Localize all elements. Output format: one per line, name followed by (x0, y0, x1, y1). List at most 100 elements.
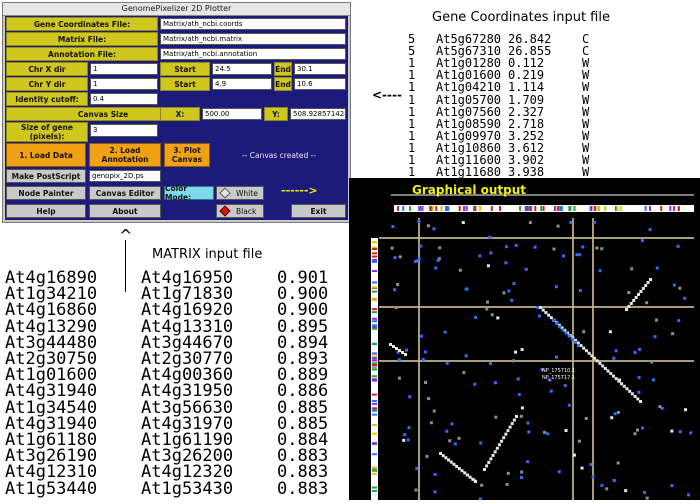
make-postscript-button[interactable]: Make PostScript (6, 169, 86, 183)
help-button[interactable]: Help (6, 204, 86, 218)
synteny-dot (595, 359, 599, 363)
top-track-tick (573, 206, 576, 211)
canvas-x-field[interactable]: 500.00 (202, 108, 262, 120)
canvas-x-label: X: (160, 107, 200, 121)
left-track-tick (372, 408, 377, 411)
radio-indicator-black (219, 205, 231, 217)
scatter-dot (504, 245, 508, 249)
chr-y-field[interactable]: 1 (90, 78, 158, 90)
left-track-tick (372, 379, 377, 382)
synteny-dot (455, 464, 459, 468)
identity-cutoff-label: Identity cutoff: (6, 92, 88, 106)
synteny-dot (401, 351, 404, 354)
synteny-dot (644, 284, 648, 287)
matrix-file-field[interactable]: Matrix/ath_ncbi.matrix (160, 33, 346, 45)
arrow-left: <---- (372, 88, 402, 102)
synteny-dot (564, 331, 568, 335)
scatter-dot (546, 432, 550, 436)
scatter-dot (645, 301, 649, 305)
chr-x-label: Chr X dir (6, 62, 88, 76)
synteny-dot (570, 337, 574, 341)
white-radio[interactable]: White (216, 186, 264, 200)
synteny-dot (603, 366, 607, 370)
scatter-dot (510, 298, 514, 302)
postscript-file-field[interactable]: genopix_2D.ps (89, 170, 161, 182)
synteny-dot (474, 480, 477, 483)
scatter-dot (670, 484, 674, 488)
top-track-tick (519, 206, 522, 211)
scatter-dot (516, 377, 520, 381)
scatter-dot (658, 405, 662, 409)
top-track-tick (463, 206, 466, 211)
about-button[interactable]: About (89, 204, 161, 218)
scatter-dot (445, 429, 449, 433)
black-radio-label: Black (236, 206, 257, 216)
synteny-dot (441, 454, 445, 458)
left-track-tick (372, 453, 377, 456)
scatter-dot (526, 421, 530, 425)
left-track-tick (372, 489, 377, 492)
chr-x-field[interactable]: 1 (90, 63, 158, 75)
scatter-dot (578, 253, 582, 257)
scatter-dot (488, 361, 492, 365)
scatter-dot (610, 416, 614, 420)
canvas-editor-button[interactable]: Canvas Editor (89, 186, 161, 200)
scatter-dot (462, 371, 466, 375)
node-painter-button[interactable]: Node Painter (6, 186, 86, 200)
dot-plot-svg (371, 194, 694, 501)
scatter-dot (608, 330, 612, 334)
gene-size-field[interactable]: 3 (90, 124, 158, 137)
scatter-dot (533, 245, 537, 249)
scatter-dot (671, 332, 675, 336)
synteny-dot (544, 311, 548, 315)
top-track-tick (560, 206, 563, 211)
scatter-dot (652, 378, 656, 382)
identity-cutoff-field[interactable]: 0.4 (90, 93, 158, 105)
top-track-tick (458, 206, 461, 211)
scatter-dot (517, 393, 521, 397)
top-track-tick (465, 206, 468, 211)
scatter-dot (485, 307, 489, 311)
scatter-dot (672, 283, 676, 287)
canvas-y-field[interactable]: 508.928571428 (290, 108, 346, 120)
gene-coords-field[interactable]: Matrix/ath_ncbi.coords (160, 18, 346, 30)
x-end-field[interactable]: 30.1 (294, 63, 346, 75)
scatter-dot (654, 318, 658, 322)
scatter-dot (591, 475, 595, 479)
top-track-tick (669, 206, 672, 211)
exit-button[interactable]: Exit (291, 204, 346, 218)
plot-canvas-button[interactable]: 3. Plot Canvas (164, 143, 210, 167)
left-track-tick (372, 359, 377, 362)
top-track-tick (432, 206, 435, 211)
scatter-dot (457, 436, 461, 440)
annotation-file-field[interactable]: Matrix/ath_ncbi.annotation (160, 48, 346, 60)
left-track-tick (372, 327, 377, 330)
synteny-dot (392, 345, 395, 348)
scatter-dot (393, 288, 397, 292)
synteny-dot (558, 325, 562, 329)
scatter-dot (561, 254, 565, 258)
scatter-dot (528, 221, 532, 225)
matrix-gene: At1g53430 (141, 478, 234, 499)
coord-pos: 2.327 (508, 104, 545, 119)
load-data-button[interactable]: 1. Load Data (6, 143, 86, 167)
y-start-field[interactable]: 4.9 (212, 78, 272, 90)
black-radio[interactable]: Black (216, 204, 264, 218)
top-track-tick (397, 206, 400, 211)
scatter-dot (502, 291, 506, 295)
y-end-field[interactable]: 10.6 (294, 78, 346, 90)
dot-plot-canvas: Graphical output NP_175710.1 NP_175717.1 (349, 178, 700, 501)
left-track-tick (372, 423, 377, 426)
load-annotation-button[interactable]: 2. Load Annotation (89, 143, 161, 167)
coord-gene: At1g04210 (436, 80, 502, 95)
scatter-dot (445, 361, 449, 365)
synteny-dot (622, 384, 626, 388)
top-track-tick (499, 206, 502, 211)
left-track-tick (372, 320, 377, 323)
scatter-dot (643, 490, 647, 494)
synteny-dot (611, 374, 615, 378)
gene-coords-heading: Gene Coordinates input file (432, 10, 610, 25)
scatter-dot (507, 289, 511, 293)
scatter-dot (519, 475, 523, 479)
x-start-field[interactable]: 24.5 (212, 63, 272, 75)
